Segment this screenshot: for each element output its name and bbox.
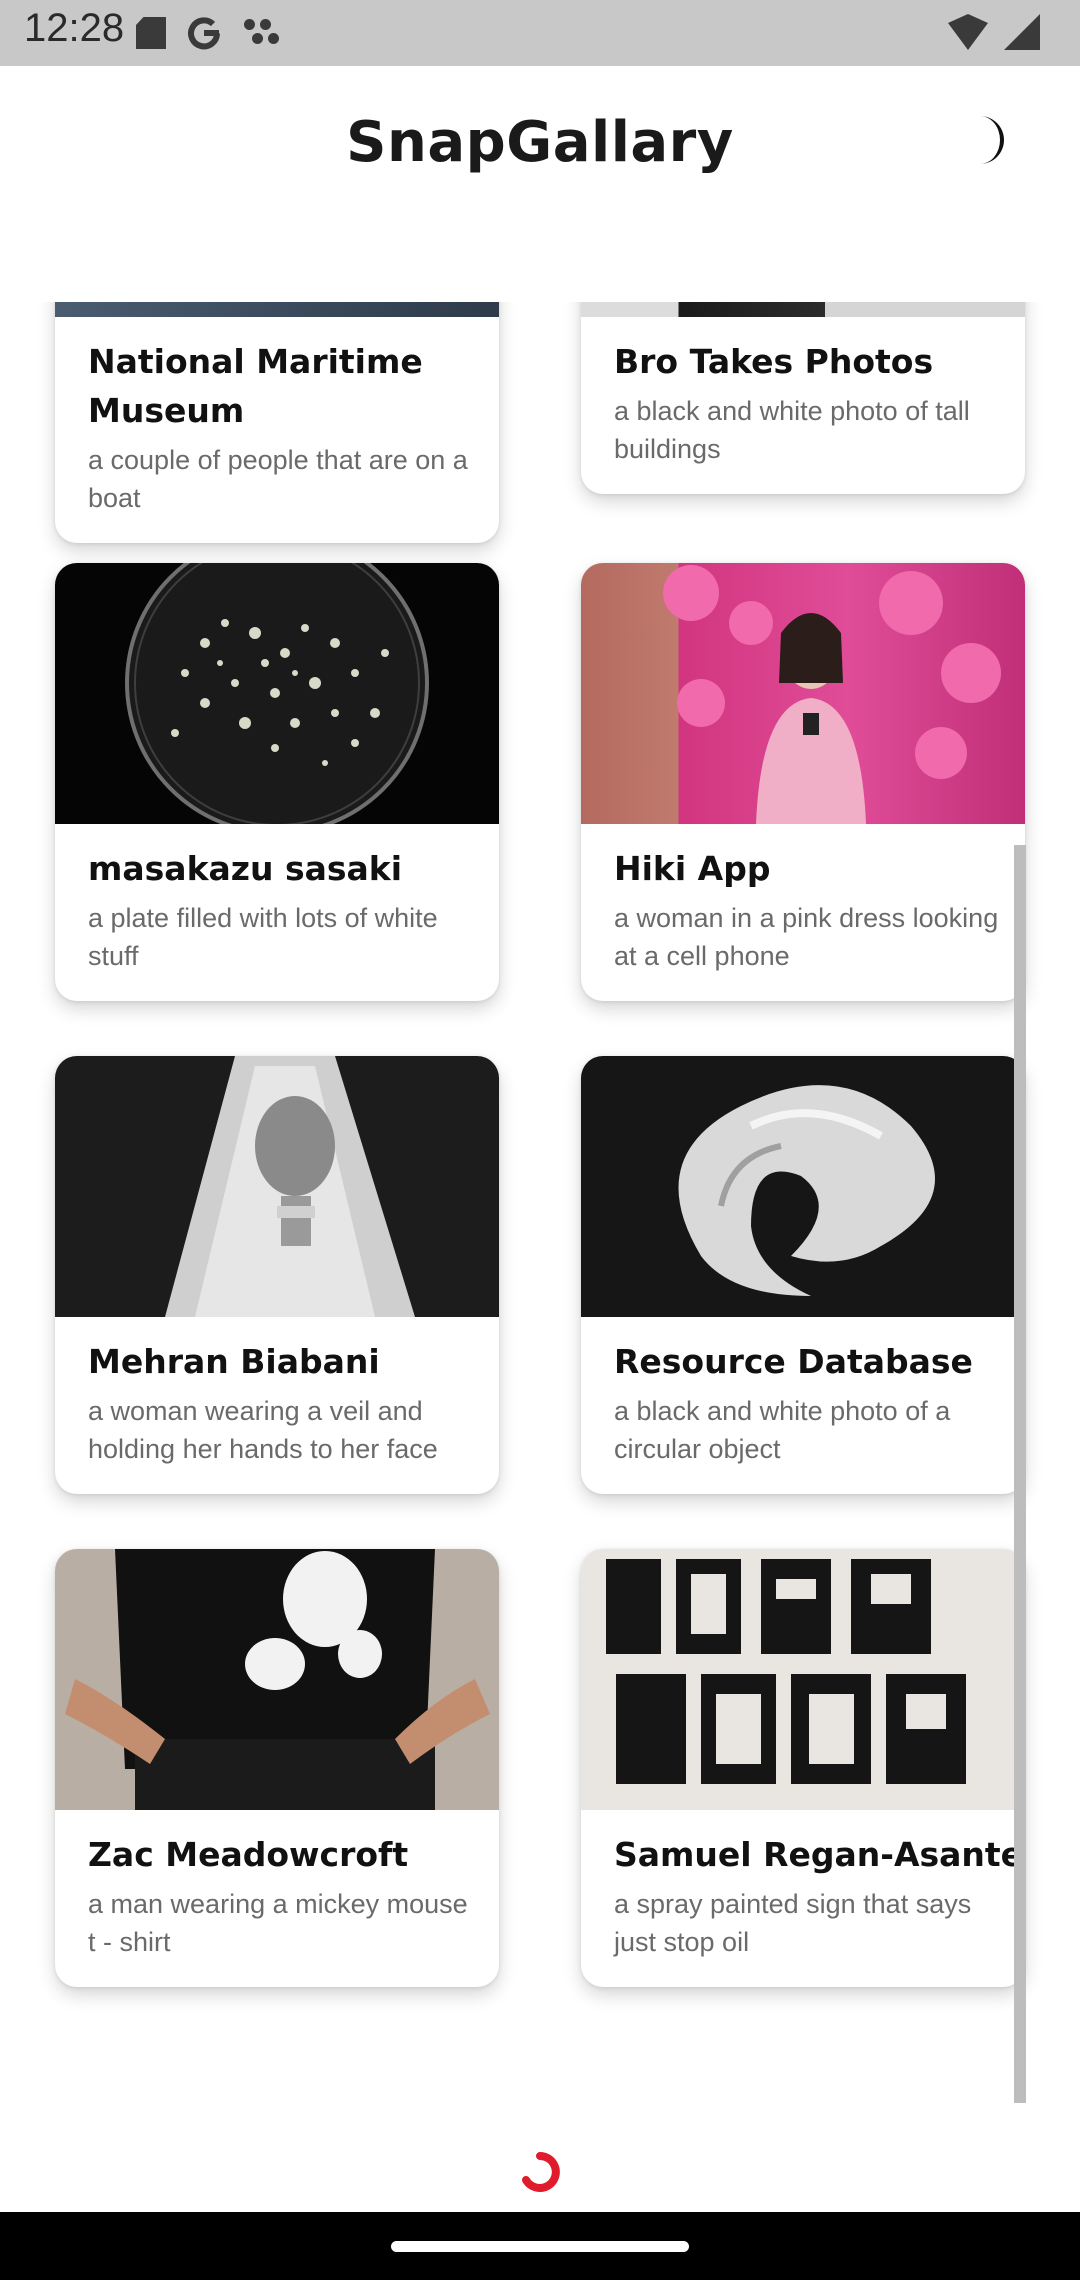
card-image (581, 1056, 1025, 1317)
card-description: a black and white photo of a circular ob… (614, 1396, 951, 1464)
card-title: Samuel Regan-Asante (614, 1835, 1024, 1874)
card-title: Mehran Biabani (88, 1342, 380, 1381)
gallery-card[interactable]: Bro Takes Photos a black and white photo… (581, 302, 1025, 494)
signal-icon (1004, 14, 1040, 50)
google-icon (188, 17, 220, 50)
gallery-card[interactable]: Hiki App a woman in a pink dress looking… (581, 563, 1025, 1001)
card-description: a couple of people that are on a boat (88, 445, 468, 513)
card-title: National Maritime Museum (88, 342, 423, 430)
sd-card-icon (136, 17, 166, 49)
card-image (55, 563, 499, 824)
dots-icon (242, 15, 282, 51)
card-image (581, 563, 1025, 824)
gallery-card[interactable]: Resource Database a black and white phot… (581, 1056, 1025, 1494)
home-gesture-handle[interactable] (391, 2241, 689, 2252)
card-description: a plate filled with lots of white stuff (88, 903, 438, 971)
moon-icon[interactable] (962, 112, 1018, 168)
card-title: Zac Meadowcroft (88, 1835, 409, 1874)
card-title: Resource Database (614, 1342, 973, 1381)
gallery-card[interactable]: Samuel Regan-Asante a spray painted sign… (581, 1549, 1025, 1987)
gallery-card[interactable]: Mehran Biabani a woman wearing a veil an… (55, 1056, 499, 1494)
card-image (55, 1549, 499, 1810)
gallery-grid[interactable]: National Maritime Museum a couple of peo… (0, 302, 1080, 2102)
scrollbar[interactable] (1014, 845, 1026, 2103)
gallery-card[interactable]: Zac Meadowcroft a man wearing a mickey m… (55, 1549, 499, 1987)
loading-spinner-icon (522, 2152, 560, 2192)
card-description: a black and white photo of tall building… (614, 396, 970, 464)
status-time: 12:28 (24, 6, 125, 50)
card-description: a man wearing a mickey mouse t - shirt (88, 1889, 468, 1957)
status-system-icons (948, 14, 1040, 50)
gallery-card[interactable]: National Maritime Museum a couple of peo… (55, 302, 499, 543)
gallery-card[interactable]: masakazu sasaki a plate filled with lots… (55, 563, 499, 1001)
wifi-icon (948, 14, 988, 50)
status-notification-icons (136, 12, 282, 54)
card-description: a woman wearing a veil and holding her h… (88, 1396, 438, 1464)
card-title: Hiki App (614, 849, 771, 888)
card-image (581, 302, 1025, 317)
card-description: a woman in a pink dress looking at a cel… (614, 903, 999, 971)
card-image (55, 302, 499, 317)
card-title: masakazu sasaki (88, 849, 403, 888)
card-description: a spray painted sign that says just stop… (614, 1889, 972, 1957)
card-image (581, 1549, 1025, 1810)
card-image (55, 1056, 499, 1317)
app-title: SnapGallary (346, 110, 734, 175)
card-title: Bro Takes Photos (614, 342, 934, 381)
status-bar: 12:28 (0, 0, 1080, 66)
